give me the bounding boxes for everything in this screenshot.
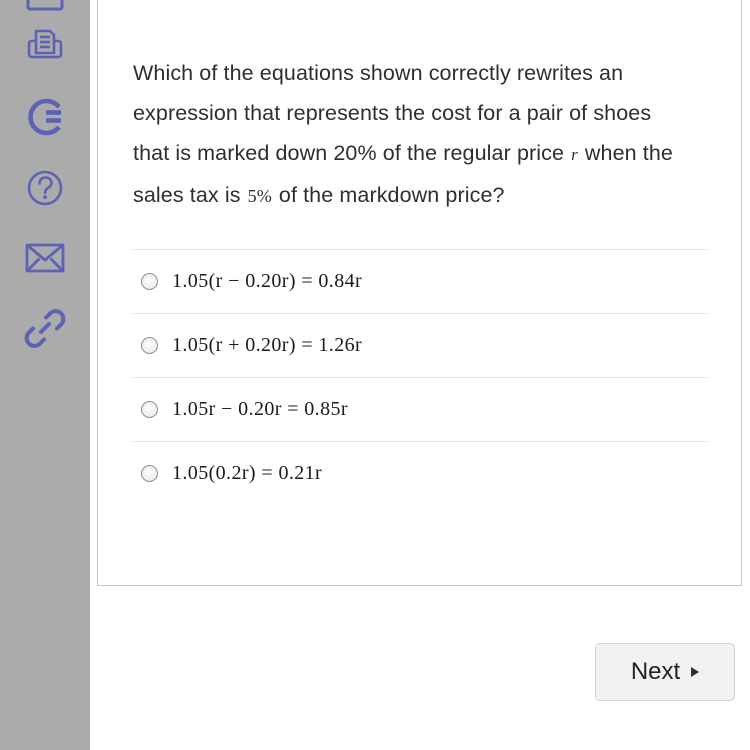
option-d-label: 1.05(0.2r) = 0.21r <box>172 462 323 484</box>
next-button[interactable]: Next <box>595 643 735 701</box>
help-icon[interactable] <box>22 160 68 216</box>
option-c-label: 1.05r − 0.20r = 0.85r <box>172 398 348 420</box>
question-text-part3: of the markdown price? <box>278 183 505 207</box>
question-tax-rate: 5% <box>247 186 272 206</box>
mail-icon[interactable] <box>22 232 68 284</box>
option-b-label: 1.05(r + 0.20r) = 1.26r <box>172 334 363 356</box>
option-a-label: 1.05(r − 0.20r) = 0.84r <box>172 270 363 292</box>
card-body: Which of the equations shown correctly r… <box>98 0 741 505</box>
question-stem: Which of the equations shown correctly r… <box>133 53 693 216</box>
radio-button-d[interactable] <box>141 465 158 482</box>
radio-button-b[interactable] <box>141 337 158 354</box>
radio-button-a[interactable] <box>141 273 158 290</box>
triangle-right-icon <box>691 667 700 677</box>
radio-button-c[interactable] <box>141 401 158 418</box>
option-c-row[interactable]: 1.05r − 0.20r = 0.85r <box>133 378 707 442</box>
option-b-row[interactable]: 1.05(r + 0.20r) = 1.26r <box>133 314 707 378</box>
next-button-label: Next <box>630 658 681 685</box>
question-variable: r <box>571 145 578 164</box>
answer-options: 1.05(r − 0.20r) = 0.84r 1.05(r + 0.20r) … <box>133 249 707 505</box>
grammarly-g-icon[interactable] <box>22 89 68 145</box>
extension-sidebar <box>0 0 90 750</box>
print-icon[interactable] <box>22 18 68 74</box>
link-icon[interactable] <box>22 300 68 356</box>
question-card: Which of the equations shown correctly r… <box>97 0 742 586</box>
option-d-row[interactable]: 1.05(0.2r) = 0.21r <box>133 442 707 505</box>
calculator-icon[interactable] <box>22 0 68 11</box>
option-a-row[interactable]: 1.05(r − 0.20r) = 0.84r <box>133 250 707 314</box>
main-content: Which of the equations shown correctly r… <box>90 0 750 750</box>
